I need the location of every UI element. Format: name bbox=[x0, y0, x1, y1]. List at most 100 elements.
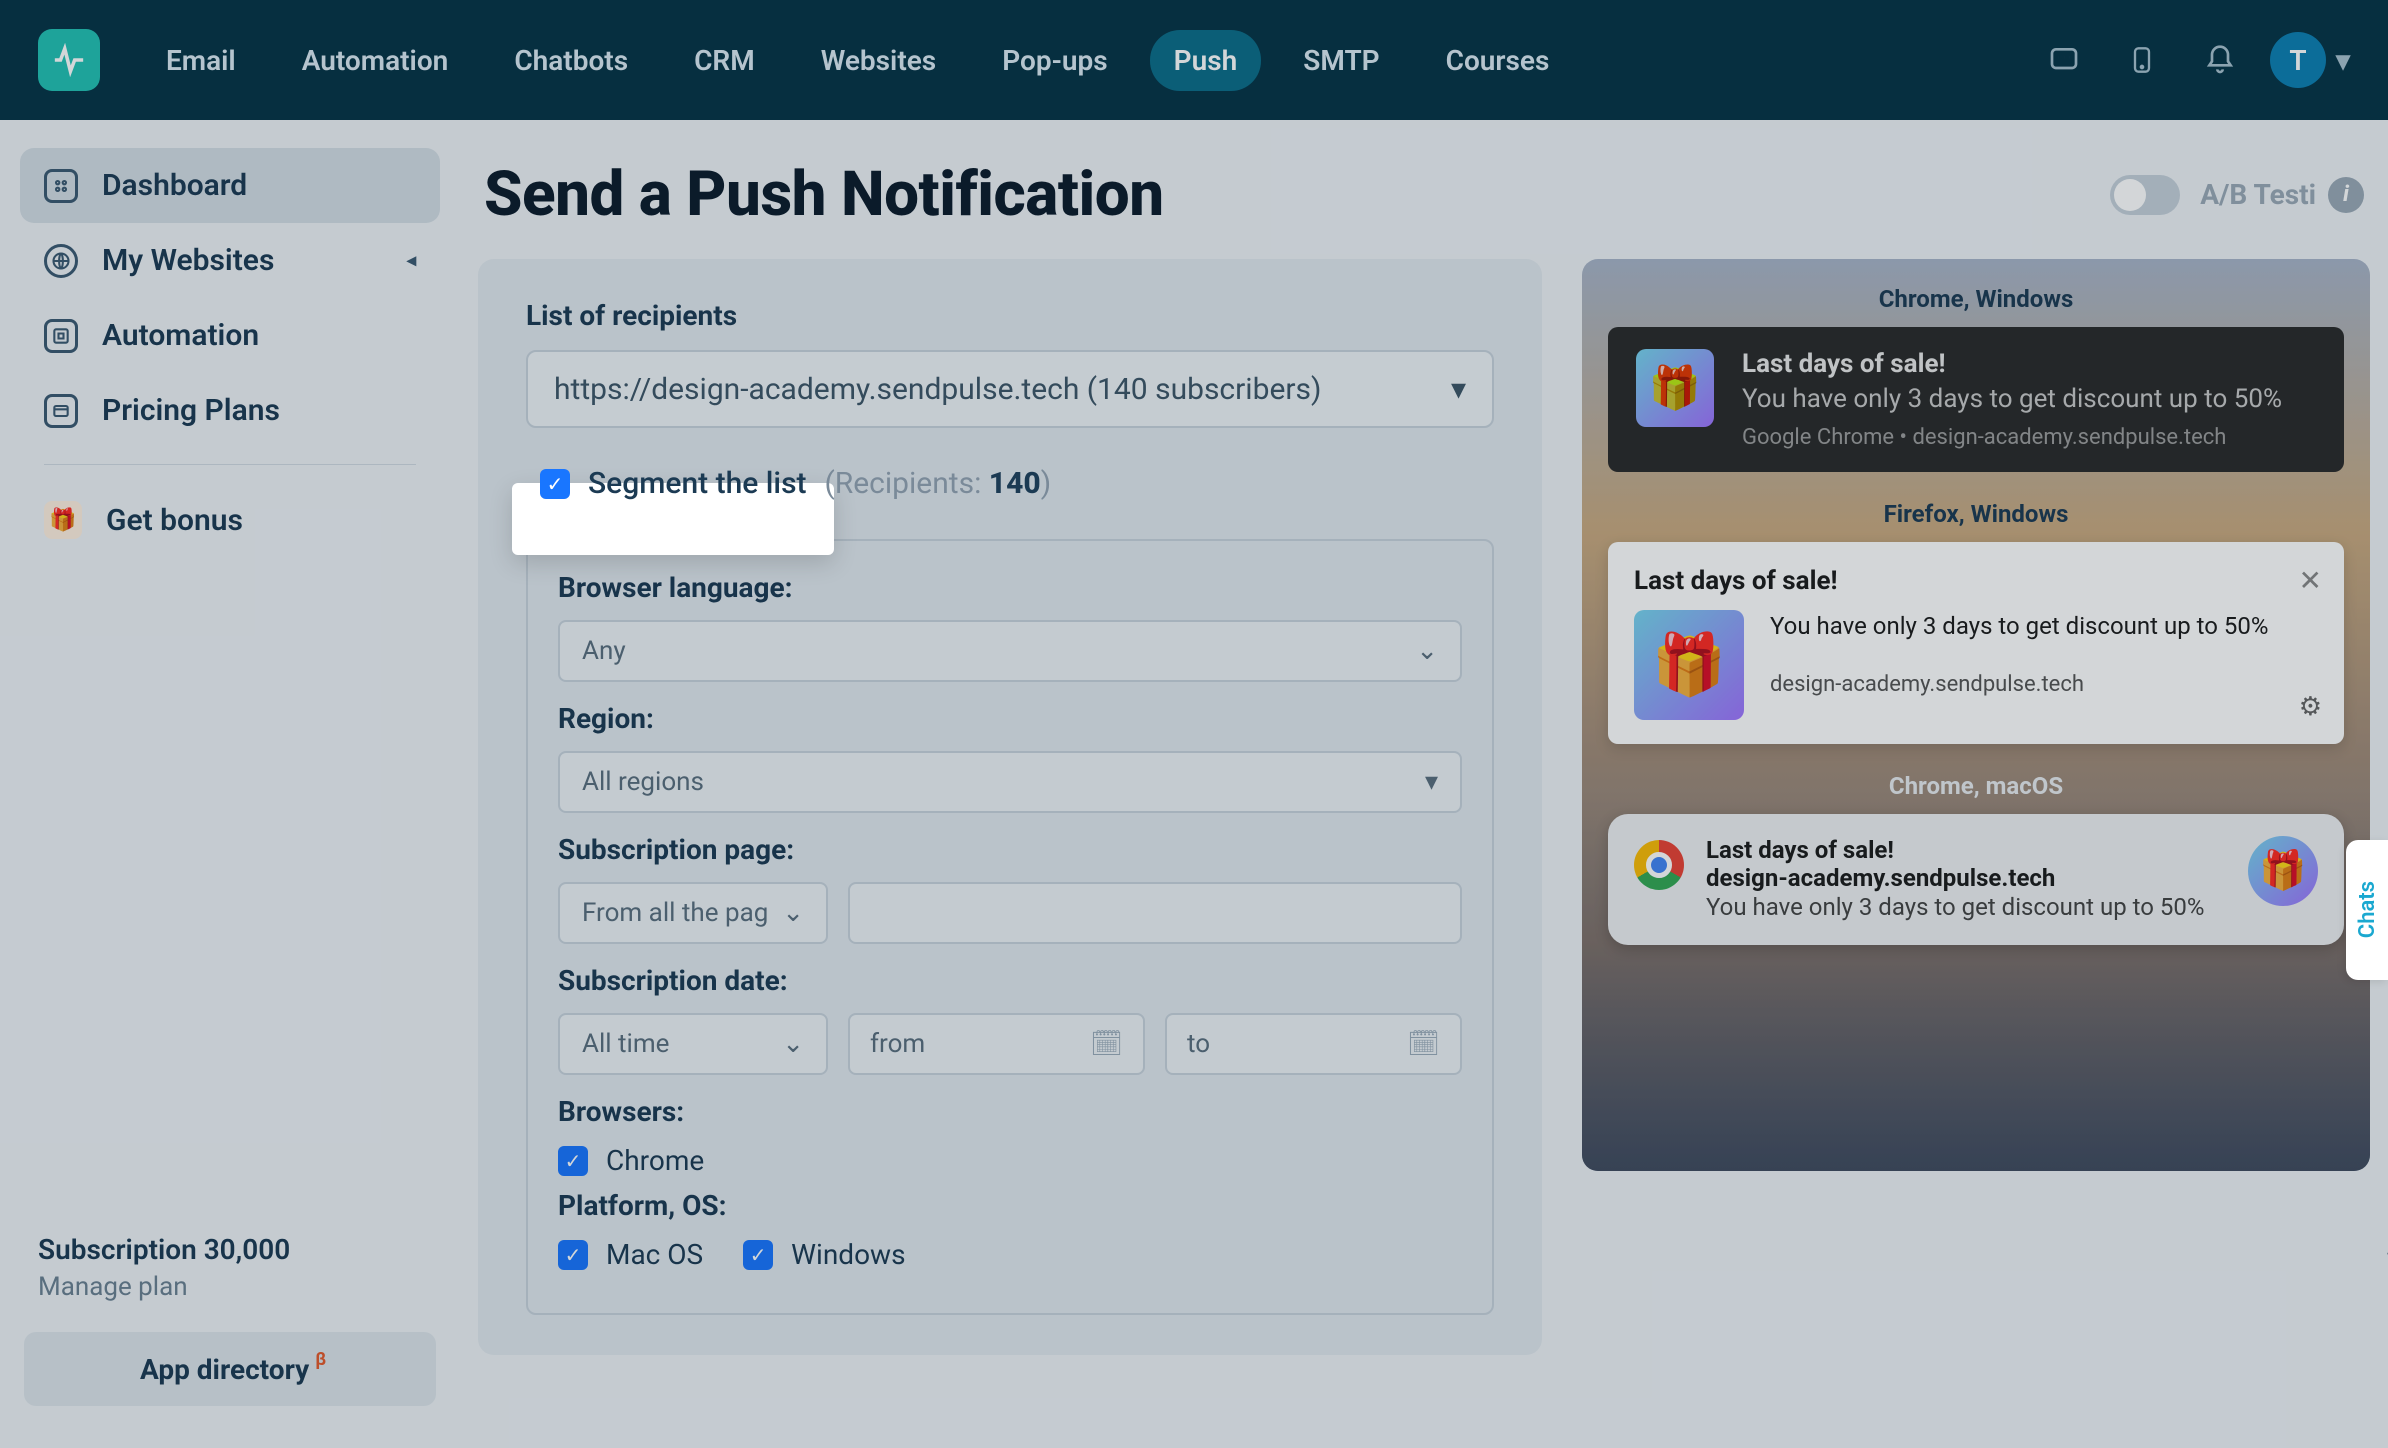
sidebar-label-automation: Automation bbox=[102, 318, 259, 353]
recipients-count: (Recipients: 140) bbox=[825, 466, 1052, 501]
segment-label: Segment the list bbox=[588, 466, 807, 501]
beta-badge: β bbox=[315, 1349, 326, 1370]
chevron-down-icon: ⌄ bbox=[1416, 636, 1438, 666]
caret-left-icon: ◂ bbox=[407, 250, 416, 271]
notif-body: You have only 3 days to get discount up … bbox=[1742, 383, 2282, 417]
segment-checkbox[interactable]: ✓ bbox=[540, 469, 570, 499]
chats-tab[interactable]: Chats bbox=[2346, 840, 2388, 980]
sidebar-item-dashboard[interactable]: Dashboard bbox=[20, 148, 440, 223]
avatar-menu[interactable]: T ▾ bbox=[2270, 32, 2350, 88]
ab-toggle[interactable] bbox=[2110, 175, 2180, 215]
chat-icon[interactable] bbox=[2046, 42, 2082, 78]
macos-label: Mac OS bbox=[606, 1238, 703, 1271]
chevron-down-icon: ▾ bbox=[1451, 372, 1466, 407]
sidebar-item-bonus[interactable]: 🎁 Get bonus bbox=[20, 481, 440, 559]
macos-checkbox[interactable]: ✓ bbox=[558, 1240, 588, 1270]
windows-checkbox[interactable]: ✓ bbox=[743, 1240, 773, 1270]
sidebar-item-websites[interactable]: My Websites ◂ bbox=[20, 223, 440, 298]
notif-domain: design-academy.sendpulse.tech bbox=[1706, 864, 2226, 892]
pulse-icon bbox=[52, 43, 86, 77]
notif-domain: design-academy.sendpulse.tech bbox=[1770, 672, 2318, 697]
notif-title: Last days of sale! bbox=[1634, 566, 2318, 596]
date-from-input[interactable]: from 🗓 bbox=[848, 1013, 1145, 1075]
gift-icon bbox=[1634, 610, 1744, 720]
sub-page-input[interactable] bbox=[848, 882, 1462, 944]
mobile-icon[interactable] bbox=[2124, 42, 2160, 78]
notif-source: Google Chrome • design-academy.sendpulse… bbox=[1742, 425, 2282, 450]
sub-date-select[interactable]: All time ⌄ bbox=[558, 1013, 828, 1075]
notif-title: Last days of sale! bbox=[1706, 836, 2226, 864]
gift-icon: 🎁 bbox=[44, 501, 82, 539]
preview-panel: Chrome, Windows Last days of sale! You h… bbox=[1582, 259, 2370, 1171]
region-select[interactable]: All regions ▾ bbox=[558, 751, 1462, 813]
calendar-icon: 🗓 bbox=[1407, 1029, 1440, 1059]
browser-lang-select[interactable]: Any ⌄ bbox=[558, 620, 1462, 682]
close-icon[interactable]: ✕ bbox=[2299, 564, 2322, 597]
sidebar-label-dashboard: Dashboard bbox=[102, 168, 247, 203]
dashboard-icon bbox=[44, 169, 78, 203]
app-directory-button[interactable]: App directory β bbox=[24, 1332, 436, 1406]
gear-icon[interactable]: ⚙ bbox=[2299, 692, 2322, 722]
date-to-input[interactable]: to 🗓 bbox=[1165, 1013, 1462, 1075]
nav-links: Email Automation Chatbots CRM Websites P… bbox=[142, 30, 1573, 91]
preview-chrome-macos: Last days of sale! design-academy.sendpu… bbox=[1608, 814, 2344, 945]
bell-icon[interactable] bbox=[2202, 42, 2238, 78]
chevron-down-icon: ▾ bbox=[2336, 44, 2350, 77]
chrome-icon bbox=[1634, 840, 1684, 890]
preview-label-firefox-win: Firefox, Windows bbox=[1608, 500, 2344, 528]
app-directory-label: App directory bbox=[140, 1353, 309, 1386]
platform-label: Platform, OS: bbox=[558, 1189, 1462, 1222]
nav-popups[interactable]: Pop-ups bbox=[978, 30, 1131, 91]
ab-testing-control: A/B Testi i bbox=[2110, 175, 2364, 215]
preview-chrome-windows: Last days of sale! You have only 3 days … bbox=[1608, 327, 2344, 472]
chrome-checkbox[interactable]: ✓ bbox=[558, 1146, 588, 1176]
page-title: Send a Push Notification bbox=[484, 158, 1164, 231]
sub-date-label: Subscription date: bbox=[558, 964, 1462, 997]
subscription-label: Subscription 30,000 bbox=[38, 1233, 422, 1266]
nav-websites[interactable]: Websites bbox=[797, 30, 961, 91]
nav-push[interactable]: Push bbox=[1150, 30, 1262, 91]
nav-smtp[interactable]: SMTP bbox=[1279, 30, 1403, 91]
recipients-select[interactable]: https://design-academy.sendpulse.tech (1… bbox=[526, 350, 1494, 428]
divider bbox=[44, 464, 416, 465]
sub-page-label: Subscription page: bbox=[558, 833, 1462, 866]
avatar: T bbox=[2270, 32, 2326, 88]
sidebar-item-automation[interactable]: Automation bbox=[20, 298, 440, 373]
manage-plan-link[interactable]: Manage plan bbox=[38, 1272, 422, 1302]
sidebar-label-bonus: Get bonus bbox=[106, 503, 243, 538]
ab-label: A/B Testi bbox=[2200, 178, 2316, 211]
preview-label-chrome-mac: Chrome, macOS bbox=[1608, 772, 2344, 800]
sub-page-select[interactable]: From all the pag ⌄ bbox=[558, 882, 828, 944]
sidebar-label-pricing: Pricing Plans bbox=[102, 393, 280, 428]
pricing-icon bbox=[44, 394, 78, 428]
sidebar: Dashboard My Websites ◂ Automation Prici… bbox=[0, 120, 460, 1448]
nav-email[interactable]: Email bbox=[142, 30, 260, 91]
browsers-label: Browsers: bbox=[558, 1095, 1462, 1128]
browser-lang-label: Browser language: bbox=[558, 571, 1462, 604]
calendar-icon: 🗓 bbox=[1090, 1029, 1123, 1059]
chrome-label: Chrome bbox=[606, 1144, 704, 1177]
chevron-down-icon: ⌄ bbox=[782, 898, 804, 928]
preview-firefox-windows: Last days of sale! ✕ You have only 3 day… bbox=[1608, 542, 2344, 744]
region-label: Region: bbox=[558, 702, 1462, 735]
top-nav: Email Automation Chatbots CRM Websites P… bbox=[0, 0, 2388, 120]
gift-icon bbox=[2248, 836, 2318, 906]
globe-icon bbox=[44, 244, 78, 278]
segment-panel: Browser language: Any ⌄ Region: All regi… bbox=[526, 539, 1494, 1315]
nav-automation[interactable]: Automation bbox=[278, 30, 473, 91]
notif-title: Last days of sale! bbox=[1742, 349, 2282, 379]
preview-label-chrome-win: Chrome, Windows bbox=[1608, 285, 2344, 313]
automation-icon bbox=[44, 319, 78, 353]
sidebar-label-websites: My Websites bbox=[102, 243, 274, 278]
sidebar-item-pricing[interactable]: Pricing Plans bbox=[20, 373, 440, 448]
nav-crm[interactable]: CRM bbox=[670, 30, 779, 91]
recipients-value: https://design-academy.sendpulse.tech (1… bbox=[554, 372, 1321, 407]
main: Send a Push Notification A/B Testi i Lis… bbox=[460, 120, 2388, 1448]
nav-courses[interactable]: Courses bbox=[1422, 30, 1574, 91]
info-icon[interactable]: i bbox=[2328, 177, 2364, 213]
chevron-down-icon: ▾ bbox=[1425, 767, 1438, 797]
logo[interactable] bbox=[38, 29, 100, 91]
notif-body: You have only 3 days to get discount up … bbox=[1770, 610, 2318, 642]
gift-icon bbox=[1636, 349, 1714, 427]
nav-chatbots[interactable]: Chatbots bbox=[490, 30, 652, 91]
